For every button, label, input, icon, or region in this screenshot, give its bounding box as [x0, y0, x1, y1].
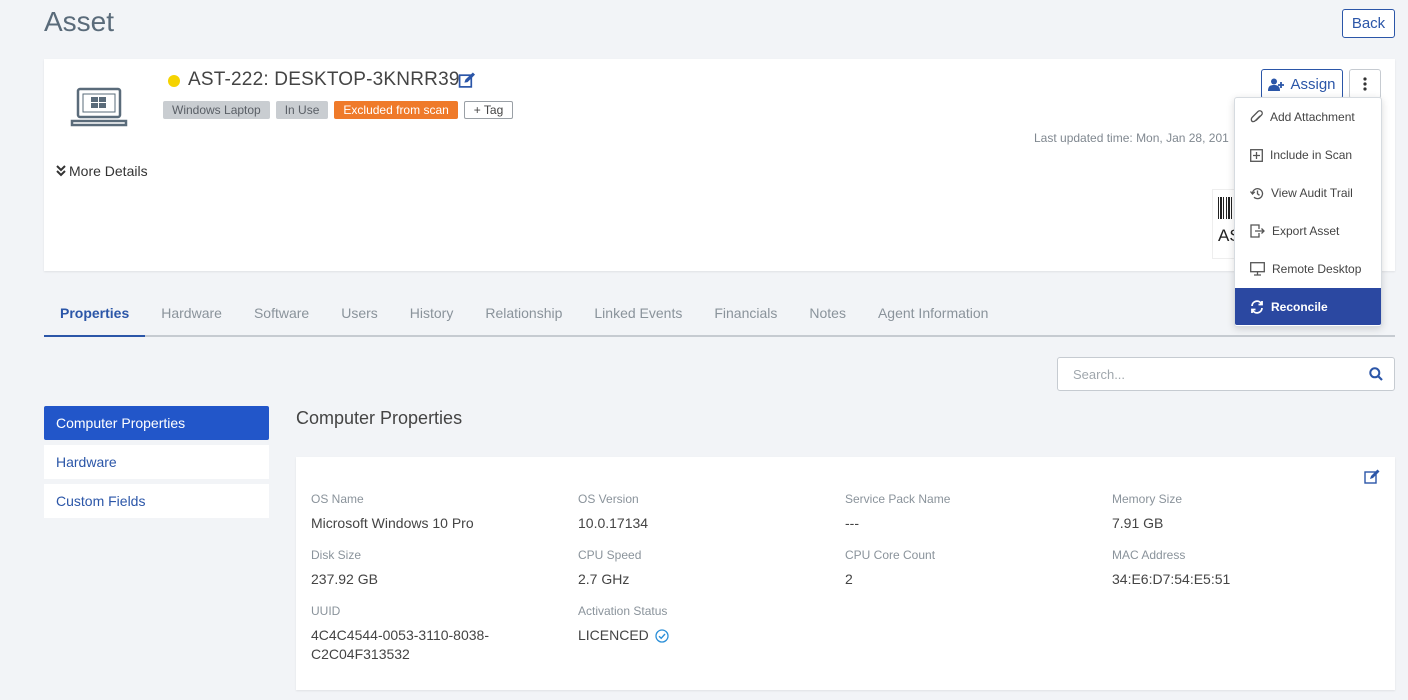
prop-cpu-core-count: CPU Core Count 2 — [845, 548, 1095, 589]
laptop-icon — [70, 87, 128, 127]
prop-uuid: UUID 4C4C4544-0053-3110-8038- C2C04F3135… — [311, 604, 561, 664]
prop-value: 2.7 GHz — [578, 571, 630, 587]
prop-value: 4C4C4544-0053-3110-8038- C2C04F313532 — [311, 626, 561, 664]
asset-name: AST-222: DESKTOP-3KNRR39 — [188, 69, 460, 90]
side-nav: Computer Properties Hardware Custom Fiel… — [44, 406, 269, 523]
tag-windows-laptop[interactable]: Windows Laptop — [163, 101, 270, 119]
check-circle-icon — [655, 628, 669, 643]
history-icon — [1250, 187, 1264, 199]
prop-os-name: OS Name Microsoft Windows 10 Pro — [311, 492, 561, 533]
prop-value: 34:E6:D7:54:E5:51 — [1112, 571, 1231, 587]
properties-card: OS Name Microsoft Windows 10 Pro OS Vers… — [296, 457, 1395, 690]
edit-icon[interactable] — [1364, 469, 1380, 485]
paperclip-icon — [1250, 110, 1263, 123]
tab-notes[interactable]: Notes — [793, 298, 862, 337]
prop-label: Memory Size — [1112, 492, 1183, 506]
tag-list: Windows Laptop In Use Excluded from scan… — [163, 101, 514, 119]
menu-item-label: Include in Scan — [1270, 148, 1353, 162]
monitor-icon — [1250, 262, 1265, 276]
tab-linked-events[interactable]: Linked Events — [578, 298, 698, 337]
prop-value: Microsoft Windows 10 Pro — [311, 515, 474, 531]
prop-label: OS Name — [311, 492, 364, 506]
back-button[interactable]: Back — [1342, 9, 1395, 38]
assign-label: Assign — [1290, 75, 1336, 93]
more-details-toggle[interactable]: More Details — [56, 163, 148, 179]
menu-item-view-audit-trail[interactable]: View Audit Trail — [1235, 174, 1381, 212]
plus-square-icon — [1250, 148, 1263, 162]
prop-label: MAC Address — [1112, 548, 1186, 562]
file-export-icon — [1250, 224, 1265, 238]
edit-icon[interactable] — [458, 72, 475, 89]
tab-software[interactable]: Software — [238, 298, 325, 337]
prop-value-row: LICENCED — [578, 626, 828, 645]
assign-button[interactable]: Assign — [1261, 69, 1343, 99]
prop-label: Service Pack Name — [845, 492, 951, 506]
tab-users[interactable]: Users — [325, 298, 394, 337]
last-updated-time: Last updated time: Mon, Jan 28, 201 — [1034, 131, 1229, 145]
uuid-line-1: 4C4C4544-0053-3110-8038- — [311, 627, 489, 643]
prop-value: LICENCED — [578, 627, 649, 643]
menu-item-label: Remote Desktop — [1272, 262, 1362, 276]
tag-in-use[interactable]: In Use — [275, 101, 329, 119]
search-icon[interactable] — [1369, 367, 1383, 381]
menu-item-add-attachment[interactable]: Add Attachment — [1235, 98, 1381, 136]
prop-service-pack: Service Pack Name --- — [845, 492, 1095, 533]
tab-history[interactable]: History — [394, 298, 470, 337]
search-input[interactable] — [1058, 358, 1348, 390]
tab-financials[interactable]: Financials — [698, 298, 793, 337]
more-actions-button[interactable] — [1349, 69, 1381, 99]
menu-item-remote-desktop[interactable]: Remote Desktop — [1235, 250, 1381, 288]
menu-item-label: Add Attachment — [1270, 110, 1355, 124]
tab-properties[interactable]: Properties — [44, 298, 146, 337]
user-plus-icon — [1268, 78, 1285, 91]
section-title: Computer Properties — [296, 408, 463, 428]
prop-activation-status: Activation Status LICENCED — [578, 604, 828, 645]
page-title: Asset — [44, 6, 115, 37]
more-details-label: More Details — [69, 163, 148, 179]
prop-label: Activation Status — [578, 604, 668, 618]
menu-item-label: Export Asset — [1272, 224, 1340, 238]
uuid-line-2: C2C04F313532 — [311, 646, 410, 662]
add-tag-button[interactable]: + Tag — [463, 101, 514, 119]
status-dot — [168, 75, 180, 87]
prop-label: CPU Speed — [578, 548, 642, 562]
prop-label: CPU Core Count — [845, 548, 936, 562]
menu-item-label: Reconcile — [1271, 299, 1328, 314]
prop-value: 10.0.17134 — [578, 515, 649, 531]
tab-hardware[interactable]: Hardware — [145, 298, 238, 337]
prop-value: 7.91 GB — [1112, 515, 1164, 531]
prop-os-version: OS Version 10.0.17134 — [578, 492, 828, 533]
actions-menu: Add Attachment Include in Scan View Audi… — [1234, 97, 1382, 327]
prop-value: 2 — [845, 571, 853, 587]
kebab-icon — [1363, 77, 1367, 91]
barcode-bars — [1218, 197, 1234, 219]
menu-item-include-in-scan[interactable]: Include in Scan — [1235, 136, 1381, 174]
prop-label: OS Version — [578, 492, 639, 506]
prop-value: 237.92 GB — [311, 571, 378, 587]
prop-label: Disk Size — [311, 548, 362, 562]
asset-tabs: Properties Hardware Software Users Histo… — [44, 298, 1395, 337]
asset-summary-card: AST-222: DESKTOP-3KNRR39 Windows Laptop … — [44, 59, 1395, 271]
prop-cpu-speed: CPU Speed 2.7 GHz — [578, 548, 828, 589]
prop-mac-address: MAC Address 34:E6:D7:54:E5:51 — [1112, 548, 1362, 589]
side-nav-custom-fields[interactable]: Custom Fields — [44, 484, 269, 518]
prop-memory-size: Memory Size 7.91 GB — [1112, 492, 1362, 533]
tab-agent-information[interactable]: Agent Information — [862, 298, 1005, 337]
prop-disk-size: Disk Size 237.92 GB — [311, 548, 561, 589]
double-chevron-down-icon — [56, 165, 66, 177]
search-box — [1057, 357, 1395, 391]
tag-excluded-from-scan[interactable]: Excluded from scan — [334, 101, 458, 119]
side-nav-computer-properties[interactable]: Computer Properties — [44, 406, 269, 440]
menu-item-label: View Audit Trail — [1271, 186, 1353, 200]
sync-icon — [1251, 299, 1263, 314]
prop-label: UUID — [311, 604, 341, 618]
tab-relationship[interactable]: Relationship — [469, 298, 578, 337]
menu-item-export-asset[interactable]: Export Asset — [1235, 212, 1381, 250]
side-nav-hardware[interactable]: Hardware — [44, 445, 269, 479]
prop-value: --- — [845, 515, 859, 531]
menu-item-reconcile[interactable]: Reconcile — [1235, 288, 1381, 325]
